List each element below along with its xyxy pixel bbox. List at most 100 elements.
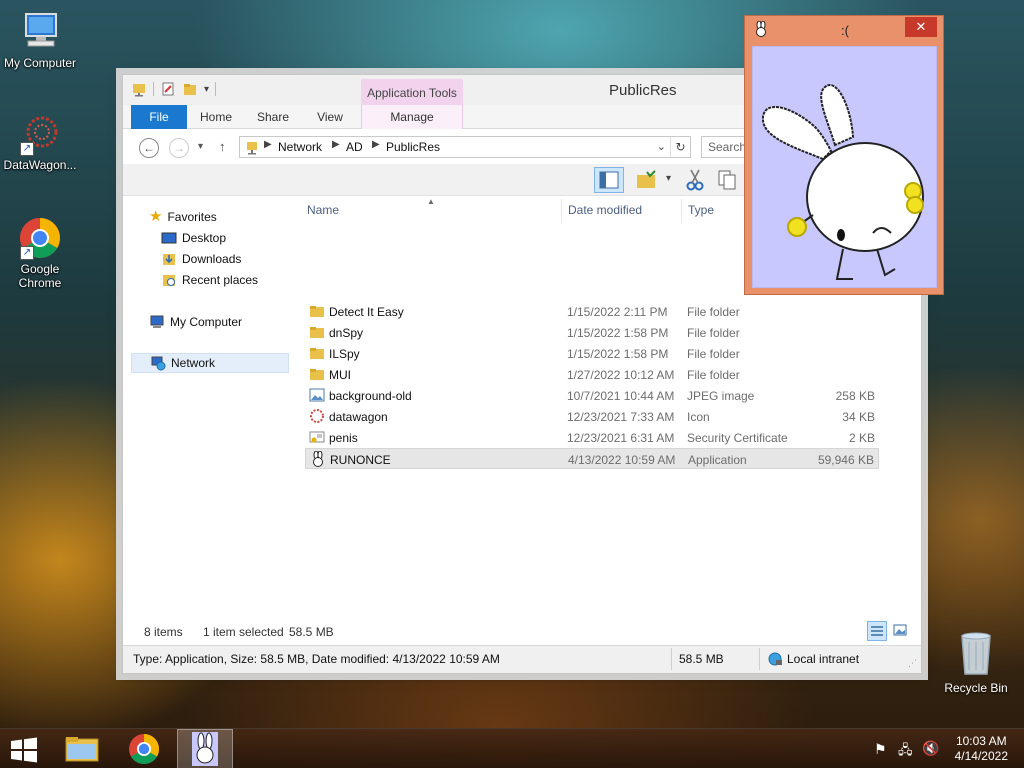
tab-manage[interactable]: Manage [361, 105, 463, 129]
details-bar: Type: Application, Size: 58.5 MB, Date m… [123, 645, 921, 673]
desktop-icon-chrome[interactable]: ↗ Google Chrome [0, 216, 80, 290]
nav-network[interactable]: Network [131, 353, 289, 373]
file-size: 59,946 KB [817, 453, 874, 467]
details-view-icon [871, 626, 883, 636]
column-header-date[interactable]: Date modified [568, 203, 642, 217]
table-row[interactable]: dnSpy 1/15/2022 1:58 PM File folder [305, 322, 879, 343]
address-bar[interactable]: ▶ Network ▶ AD ▶ PublicRes ⌄ ↻ [239, 136, 691, 158]
table-row[interactable]: Detect It Easy 1/15/2022 2:11 PM File fo… [305, 301, 879, 322]
selected-size: 58.5 MB [289, 625, 334, 639]
column-header-name[interactable]: Name [307, 203, 339, 217]
recycle-bin-icon [961, 632, 991, 675]
taskbar-chrome[interactable] [116, 729, 172, 768]
nav-my-computer[interactable]: My Computer [149, 312, 242, 332]
new-folder-icon[interactable] [182, 81, 198, 97]
column-divider[interactable] [561, 199, 562, 223]
table-row[interactable]: MUI 1/27/2022 10:12 AM File folder [305, 364, 879, 385]
shortcut-arrow-icon: ↗ [20, 246, 34, 260]
large-icons-view-button[interactable] [891, 621, 911, 641]
start-button[interactable] [0, 729, 48, 768]
popup-title: :( [841, 23, 849, 38]
qat-dropdown-icon[interactable]: ▾ [204, 84, 209, 95]
desktop-icon [161, 232, 177, 244]
breadcrumb-publicres[interactable]: PublicRes [386, 140, 440, 154]
network-folder-icon[interactable] [131, 81, 147, 97]
clock-date: 4/14/2022 [954, 749, 1008, 763]
bunny-app-icon [313, 451, 323, 467]
forward-button[interactable]: → [169, 138, 189, 158]
back-button[interactable]: ← [139, 138, 159, 158]
clock-time: 10:03 AM [955, 734, 1007, 748]
taskbar-bunny-app[interactable] [177, 729, 233, 768]
file-type: File folder [687, 368, 740, 382]
file-type: File folder [687, 347, 740, 361]
table-row[interactable]: penis 12/23/2021 6:31 AM Security Certif… [305, 427, 879, 448]
sad-popup-window[interactable]: :( ✕ [744, 15, 944, 295]
taskbar-file-explorer[interactable] [54, 729, 110, 768]
details-view-button[interactable] [867, 621, 887, 641]
options-dropdown-icon[interactable]: ▾ [666, 173, 671, 184]
desktop-icon-my-computer[interactable]: My Computer [0, 10, 80, 70]
table-row[interactable]: background-old 10/7/2021 10:44 AM JPEG i… [305, 385, 879, 406]
item-count: 8 items [144, 625, 183, 639]
file-type: Icon [687, 410, 710, 424]
tab-share[interactable]: Share [249, 105, 297, 129]
windows-logo-icon [11, 737, 37, 763]
network-status-icon[interactable]: 🖧 [898, 741, 913, 763]
nav-desktop[interactable]: Desktop [161, 228, 226, 248]
qat-divider [153, 82, 154, 96]
image-file-icon [309, 388, 325, 402]
details-size: 58.5 MB [679, 652, 724, 666]
close-button[interactable]: ✕ [905, 17, 937, 37]
folder-options-icon[interactable] [635, 170, 659, 190]
navigation-pane: ★ Favorites Desktop Downloads Recent pla… [123, 197, 295, 621]
folder-icon [310, 306, 324, 317]
table-row[interactable]: RUNONCE 4/13/2022 10:59 AM Application 5… [305, 448, 879, 469]
action-center-flag-icon[interactable]: ⚑ [874, 741, 887, 758]
column-divider[interactable] [681, 199, 682, 223]
breadcrumb-network[interactable]: Network [278, 140, 322, 154]
popup-title-bar[interactable]: :( ✕ [745, 16, 943, 44]
up-button[interactable]: ↑ [219, 139, 226, 154]
desktop-icon-label: Google Chrome [18, 262, 62, 290]
breadcrumb-separator-icon[interactable]: ▶ [264, 139, 272, 150]
computer-icon [18, 10, 62, 54]
column-header-type[interactable]: Type [688, 203, 714, 217]
nav-favorites[interactable]: ★ Favorites [149, 207, 217, 227]
breadcrumb-separator-icon[interactable]: ▶ [372, 139, 380, 150]
address-dropdown-icon[interactable]: ⌄ [657, 140, 666, 153]
properties-icon[interactable] [160, 81, 176, 97]
resize-grip-icon[interactable]: ⋰ [908, 658, 917, 669]
desktop-icon-recycle-bin[interactable]: Recycle Bin [938, 628, 1014, 695]
bunny-illustration [761, 84, 924, 280]
breadcrumb-ad[interactable]: AD [346, 140, 363, 154]
preview-pane-button[interactable] [594, 167, 624, 193]
nav-recent-places[interactable]: Recent places [161, 270, 258, 290]
copy-icon[interactable] [717, 169, 737, 191]
tab-file[interactable]: File [131, 105, 187, 129]
nav-downloads[interactable]: Downloads [161, 249, 241, 269]
table-row[interactable]: datawagon 12/23/2021 7:33 AM Icon 34 KB [305, 406, 879, 427]
volume-muted-icon[interactable]: 🔇 [922, 740, 939, 757]
cut-icon[interactable] [685, 168, 705, 192]
nav-label: Downloads [182, 252, 242, 266]
desktop-icon-label: My Computer [3, 56, 77, 70]
file-size: 34 KB [842, 410, 875, 424]
downloads-icon [163, 254, 175, 265]
details-divider [671, 648, 672, 670]
breadcrumb-separator-icon[interactable]: ▶ [332, 139, 340, 150]
folder-icon [310, 369, 324, 380]
file-date: 1/15/2022 1:58 PM [567, 326, 669, 340]
refresh-icon[interactable]: ↻ [670, 137, 690, 157]
file-date: 10/7/2021 10:44 AM [567, 389, 675, 403]
file-date: 1/15/2022 2:11 PM [567, 305, 668, 319]
recent-locations-dropdown-icon[interactable]: ▾ [198, 141, 203, 152]
table-row[interactable]: ILSpy 1/15/2022 1:58 PM File folder [305, 343, 879, 364]
selected-count: 1 item selected [203, 625, 284, 639]
taskbar-clock[interactable]: 10:03 AM 4/14/2022 [955, 734, 1008, 764]
desktop-icon-datawagon[interactable]: ↗ DataWagon... [0, 112, 80, 172]
system-tray: ⚑ 🖧 🔇 [868, 729, 948, 768]
tab-home[interactable]: Home [193, 105, 239, 129]
bunny-app-icon [756, 21, 766, 37]
tab-view[interactable]: View [307, 105, 353, 129]
